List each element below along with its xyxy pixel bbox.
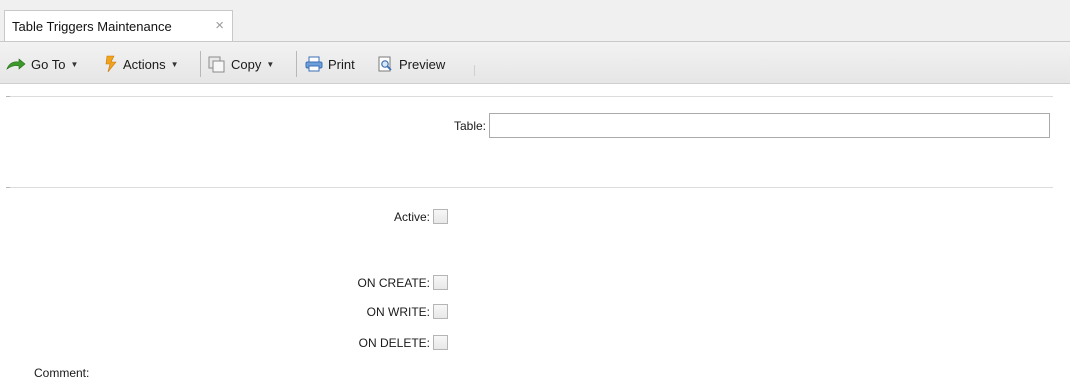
on-create-checkbox[interactable] [433, 275, 448, 290]
copy-icon [208, 56, 226, 73]
go-to-arrow-icon [6, 58, 26, 70]
copy-label: Copy [231, 56, 262, 72]
tab-strip: Table Triggers Maintenance × [0, 0, 1070, 42]
tab-table-triggers-maintenance[interactable]: Table Triggers Maintenance × [4, 10, 233, 42]
close-icon[interactable]: × [215, 17, 224, 35]
toolbar: Go To ▼ Actions ▼ Copy ▼ Print Preview [0, 41, 1070, 84]
on-create-label: ON CREATE: [357, 276, 430, 290]
toolbar-separator [474, 65, 475, 76]
print-button[interactable]: Print [305, 53, 355, 75]
section-divider [6, 96, 1053, 97]
section-divider-tick [6, 187, 10, 188]
toolbar-separator [200, 51, 201, 77]
lightning-icon [104, 55, 118, 73]
preview-label: Preview [399, 56, 446, 72]
active-label: Active: [393, 210, 430, 224]
on-delete-checkbox[interactable] [433, 335, 448, 350]
comment-label: Comment: [34, 366, 90, 379]
toolbar-separator [296, 51, 297, 77]
print-label: Print [328, 56, 355, 72]
on-delete-label: ON DELETE: [358, 336, 430, 350]
printer-icon [305, 56, 323, 72]
section-divider [6, 187, 1053, 188]
table-input[interactable] [489, 113, 1050, 138]
preview-icon [377, 56, 394, 73]
chevron-down-icon: ▼ [170, 59, 179, 69]
goto-button[interactable]: Go To ▼ [6, 53, 78, 75]
on-write-label: ON WRITE: [366, 305, 430, 319]
table-label: Table: [453, 119, 486, 133]
copy-button[interactable]: Copy ▼ [208, 53, 274, 75]
section-divider-tick [6, 96, 10, 97]
chevron-down-icon: ▼ [70, 59, 79, 69]
active-checkbox[interactable] [433, 209, 448, 224]
on-write-checkbox[interactable] [433, 304, 448, 319]
goto-label: Go To [31, 56, 66, 72]
actions-button[interactable]: Actions ▼ [104, 53, 179, 75]
chevron-down-icon: ▼ [266, 59, 275, 69]
tab-label: Table Triggers Maintenance [12, 19, 172, 34]
actions-label: Actions [123, 56, 166, 72]
preview-button[interactable]: Preview [377, 53, 445, 75]
